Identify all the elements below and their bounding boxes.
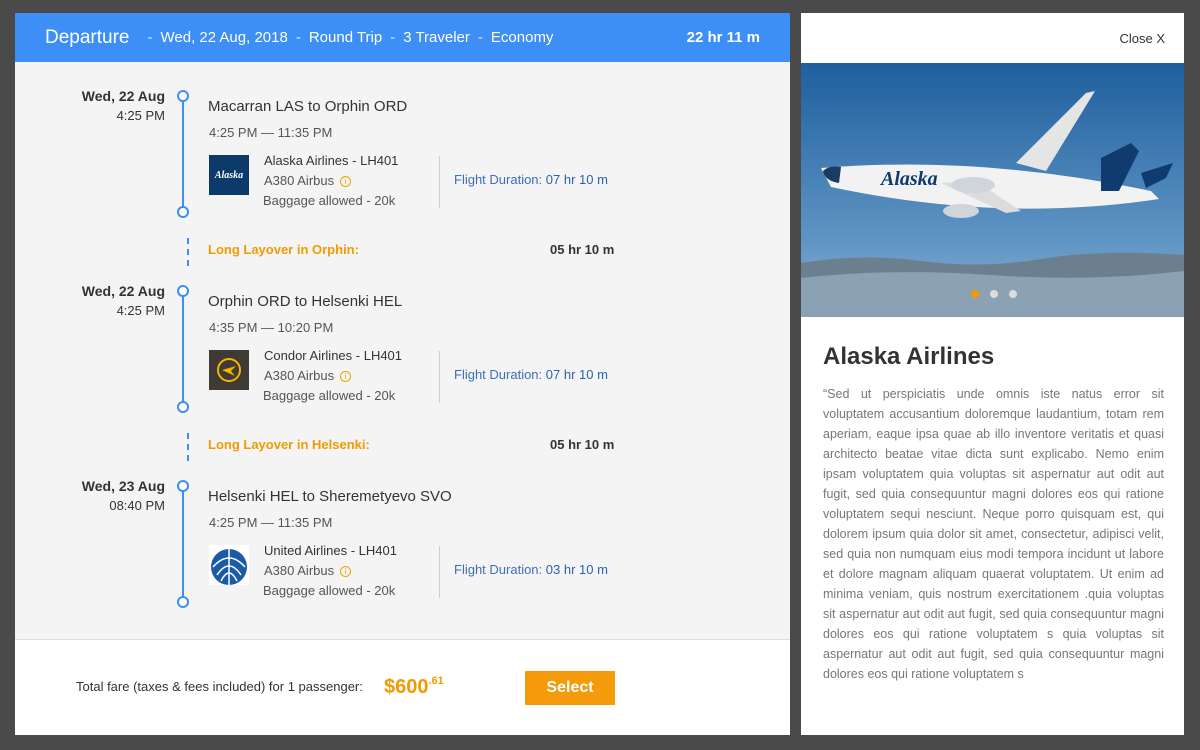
aircraft: A380 Airbus i xyxy=(264,173,352,188)
airline-detail-panel: Close X Alaska Alaska Airlines “Sed ut p… xyxy=(801,13,1184,735)
flight-duration: Flight Duration: 07 hr 10 m xyxy=(454,172,608,187)
flight-duration-label: Flight Duration: xyxy=(454,172,543,187)
aircraft-label: A380 Airbus xyxy=(264,368,335,383)
carousel-dots xyxy=(971,290,1017,298)
departure-header: Departure - Wed, 22 Aug, 2018 - Round Tr… xyxy=(15,13,790,62)
airline-name: Condor Airlines - LH401 xyxy=(264,348,403,363)
fare-amount: $600.61 xyxy=(384,675,444,699)
header-separator: - xyxy=(295,29,301,46)
baggage: Baggage allowed - 20k xyxy=(263,193,396,208)
segment-times: 4:25 PM — 11:35 PM xyxy=(209,515,333,530)
alaska-livery-text: Alaska xyxy=(879,168,938,190)
timeline-line xyxy=(182,486,184,602)
timeline-end-dot xyxy=(177,401,189,413)
flight-details-panel: Departure - Wed, 22 Aug, 2018 - Round Tr… xyxy=(15,13,790,735)
layover-time: 05 hr 10 m xyxy=(550,242,615,257)
timeline-line xyxy=(182,96,184,212)
timeline-start-dot xyxy=(177,90,189,102)
aircraft-label: A380 Airbus xyxy=(264,563,335,578)
flight-duration-value: 03 hr 10 m xyxy=(545,562,608,577)
segment-date: Wed, 22 Aug xyxy=(81,283,165,299)
flight-duration-label: Flight Duration: xyxy=(454,562,543,577)
fare-footer: Total fare (taxes & fees included) for 1… xyxy=(15,639,790,735)
united-logo-icon xyxy=(209,545,249,585)
united-globe-icon xyxy=(211,549,247,585)
divider xyxy=(439,351,440,403)
carousel-dot-1[interactable] xyxy=(971,290,979,298)
baggage: Baggage allowed - 20k xyxy=(263,583,396,598)
timeline-start-dot xyxy=(177,285,189,297)
timeline-line xyxy=(182,291,184,407)
divider xyxy=(439,546,440,598)
segment-time: 08:40 PM xyxy=(109,498,165,513)
segment-time: 4:25 PM xyxy=(116,303,165,318)
flight-duration: Flight Duration: 03 hr 10 m xyxy=(454,562,608,577)
divider xyxy=(439,156,440,208)
fare-label: Total fare (taxes & fees included) for 1… xyxy=(76,679,363,694)
airplane-photo-icon: Alaska xyxy=(801,63,1184,317)
airline-name: Alaska Airlines - LH401 xyxy=(264,153,399,168)
select-button[interactable]: Select xyxy=(525,671,615,705)
airline-hero-image: Alaska xyxy=(801,63,1184,317)
header-cabin: Economy xyxy=(490,29,554,46)
layover-dashed-line xyxy=(187,433,189,461)
alaska-logo-text: Alaska xyxy=(214,169,244,181)
layover-label: Long Layover in Helsenki: xyxy=(208,437,370,452)
info-icon[interactable]: i xyxy=(340,566,352,577)
layover-dashed-line xyxy=(187,238,189,266)
itinerary: Wed, 22 Aug 4:25 PM Macarran LAS to Orph… xyxy=(15,62,790,638)
airline-description: “Sed ut perspiciatis unde omnis iste nat… xyxy=(823,387,1164,681)
header-separator: - xyxy=(390,29,396,46)
timeline-end-dot xyxy=(177,596,189,608)
timeline-end-dot xyxy=(177,206,189,218)
header-separator: - xyxy=(147,29,153,46)
fare-cents: .61 xyxy=(428,675,444,687)
total-duration: 22 hr 11 m xyxy=(686,29,760,46)
aircraft-label: A380 Airbus xyxy=(264,173,335,188)
segment-date-block: Wed, 23 Aug 08:40 PM xyxy=(45,478,165,513)
condor-emblem-icon xyxy=(217,358,241,382)
header-title: Departure xyxy=(45,26,130,48)
segment-date-block: Wed, 22 Aug 4:25 PM xyxy=(45,283,165,318)
alaska-logo-icon: Alaska xyxy=(209,155,249,195)
aircraft: A380 Airbus i xyxy=(264,368,352,383)
close-button[interactable]: Close X xyxy=(1119,31,1165,46)
segment-date-block: Wed, 22 Aug 4:25 PM xyxy=(45,88,165,123)
condor-logo-icon xyxy=(209,350,249,390)
aircraft: A380 Airbus i xyxy=(264,563,352,578)
info-icon[interactable]: i xyxy=(340,371,352,382)
segment-times: 4:25 PM — 11:35 PM xyxy=(209,125,333,140)
carousel-dot-3[interactable] xyxy=(1009,290,1017,298)
segment-time: 4:25 PM xyxy=(116,108,165,123)
flight-duration: Flight Duration: 07 hr 10 m xyxy=(454,367,608,382)
info-icon[interactable]: i xyxy=(340,176,352,187)
flight-duration-label: Flight Duration: xyxy=(454,367,543,382)
header-travelers: 3 Traveler xyxy=(403,29,470,46)
airline-name: United Airlines - LH401 xyxy=(264,543,397,558)
layover-time: 05 hr 10 m xyxy=(550,437,615,452)
layover-label: Long Layover in Orphin: xyxy=(208,242,359,257)
header-separator: - xyxy=(477,29,483,46)
segment-times: 4:35 PM — 10:20 PM xyxy=(209,320,334,335)
header-date: Wed, 22 Aug, 2018 xyxy=(160,29,288,46)
baggage: Baggage allowed - 20k xyxy=(263,388,396,403)
segment-route: Macarran LAS to Orphin ORD xyxy=(208,98,408,115)
flight-duration-value: 07 hr 10 m xyxy=(545,367,608,382)
flight-duration-value: 07 hr 10 m xyxy=(545,172,608,187)
airline-title: Alaska Airlines xyxy=(823,343,995,370)
header-trip-type: Round Trip xyxy=(308,29,383,46)
segment-date: Wed, 23 Aug xyxy=(81,478,165,494)
segment-route: Helsenki HEL to Sheremetyevo SVO xyxy=(208,488,452,505)
timeline-start-dot xyxy=(177,480,189,492)
fare-whole: $600 xyxy=(384,676,429,698)
segment-date: Wed, 22 Aug xyxy=(81,88,165,104)
carousel-dot-2[interactable] xyxy=(990,290,998,298)
segment-route: Orphin ORD to Helsenki HEL xyxy=(208,293,403,310)
